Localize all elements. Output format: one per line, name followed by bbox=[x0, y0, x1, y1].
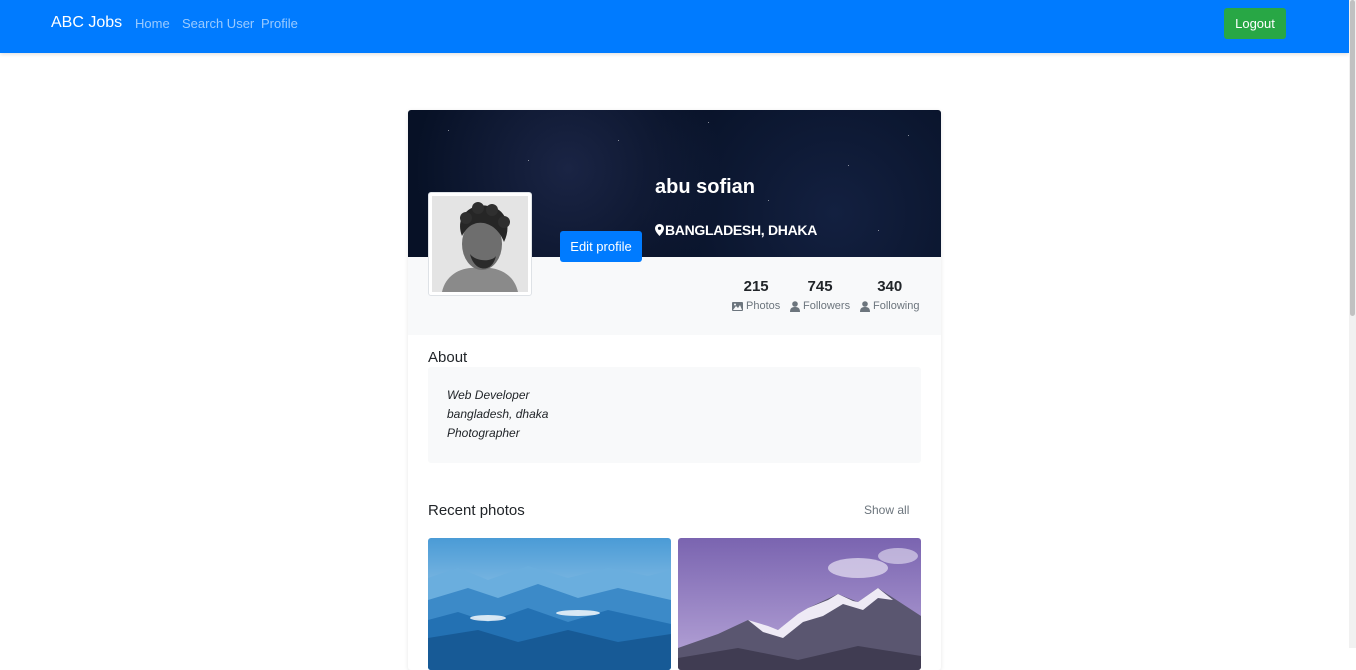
user-icon bbox=[790, 300, 800, 312]
show-all-link[interactable]: Show all bbox=[864, 503, 909, 517]
profile-location: BANGLADESH, DHAKA bbox=[655, 222, 817, 238]
stat-photos: 215 Photos bbox=[732, 278, 780, 312]
user-icon bbox=[860, 300, 870, 312]
recent-photo[interactable] bbox=[678, 538, 921, 670]
stat-followers: 745 Followers bbox=[790, 278, 850, 312]
nav-link-search-user[interactable]: Search User bbox=[182, 16, 254, 31]
page-scrollbar[interactable] bbox=[1349, 0, 1356, 648]
location-text: BANGLADESH, DHAKA bbox=[665, 222, 818, 238]
logout-button[interactable]: Logout bbox=[1224, 8, 1286, 39]
recent-photo[interactable] bbox=[428, 538, 671, 670]
about-line: Web Developer bbox=[447, 388, 530, 402]
stat-photos-value: 215 bbox=[743, 278, 769, 295]
avatar-photo bbox=[432, 196, 528, 292]
map-marker-icon bbox=[655, 224, 664, 236]
avatar bbox=[428, 192, 532, 296]
stat-following-label: Following bbox=[873, 300, 920, 312]
nav-link-profile[interactable]: Profile bbox=[261, 16, 298, 31]
stat-following: 340 Following bbox=[860, 278, 919, 312]
stat-followers-label: Followers bbox=[803, 300, 851, 312]
stat-following-value: 340 bbox=[877, 278, 903, 295]
brand-link[interactable]: ABC Jobs bbox=[51, 14, 122, 32]
about-line: Photographer bbox=[447, 426, 520, 440]
scrollbar-thumb[interactable] bbox=[1350, 0, 1355, 316]
about-line: bangladesh, dhaka bbox=[447, 407, 549, 421]
profile-name: abu sofian bbox=[655, 176, 756, 198]
stat-photos-label: Photos bbox=[746, 300, 781, 312]
image-icon bbox=[732, 301, 743, 311]
nav-link-home[interactable]: Home bbox=[135, 16, 170, 31]
top-navbar: ABC Jobs Home Search User Profile Logout bbox=[0, 0, 1349, 53]
profile-card: Edit profile abu sofian BANGLADESH, DHAK… bbox=[408, 110, 941, 670]
edit-profile-button[interactable]: Edit profile bbox=[560, 231, 642, 262]
recent-photos-heading: Recent photos bbox=[428, 502, 525, 519]
about-box: Web Developer bangladesh, dhaka Photogra… bbox=[428, 367, 921, 463]
stat-followers-value: 745 bbox=[807, 278, 833, 295]
about-heading: About bbox=[428, 349, 468, 366]
